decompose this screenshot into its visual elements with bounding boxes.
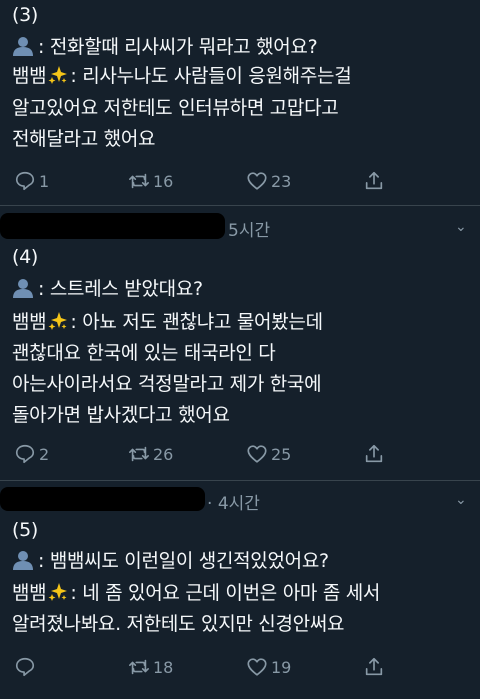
- answer-text: : 네 좀 있어요 근데 이번은 아마 좀 세서: [70, 582, 381, 604]
- like-button[interactable]: 25: [246, 443, 291, 465]
- answer-text: 전해달라고 했어요: [12, 128, 156, 150]
- reply-count: 2: [39, 444, 50, 464]
- question-line: : 스트레스 받았대요?: [12, 276, 203, 303]
- share-icon: [365, 444, 383, 463]
- share-button[interactable]: [363, 656, 385, 678]
- speaker-name: 뱀뱀: [12, 311, 47, 333]
- tweet-number: (4): [12, 246, 39, 268]
- tweet-actions: 2 26 25: [0, 443, 480, 469]
- tweet-actions: 1 16 23: [0, 170, 480, 196]
- retweet-icon: [129, 446, 149, 462]
- tweet-time: · 4시간: [207, 494, 260, 514]
- answer-text: 아는사이라서요 걱정말라고 제가 한국에: [12, 373, 322, 395]
- answer-line: 뱀뱀 : 아뇨 저도 괜찮냐고 물어봤는데: [12, 309, 323, 336]
- answer-text: : 아뇨 저도 괜찮냐고 물어봤는데: [70, 311, 323, 333]
- question-line: : 뱀뱀씨도 이런일이 생긴적있었어요?: [12, 548, 329, 575]
- speaker-name: 뱀뱀: [12, 65, 47, 87]
- share-button[interactable]: [363, 443, 385, 465]
- retweet-count: 16: [153, 171, 174, 191]
- answer-line: 뱀뱀 : 리사누나도 사람들이 응원해주는걸: [12, 63, 352, 90]
- reply-icon: [15, 657, 35, 677]
- retweet-button[interactable]: 16: [128, 170, 173, 192]
- retweet-count: 18: [153, 657, 174, 677]
- reply-icon: [15, 444, 35, 464]
- reply-button[interactable]: 1: [14, 170, 49, 192]
- retweet-button[interactable]: 18: [128, 656, 173, 678]
- share-icon: [365, 657, 383, 676]
- chevron-down-icon[interactable]: ⌄: [455, 492, 467, 508]
- bust-in-silhouette-icon: [13, 279, 33, 298]
- tweet-time-value: 4시간: [217, 494, 260, 514]
- answer-text: 괜찮대요 한국에 있는 태국라인 다: [12, 342, 276, 364]
- heart-icon: [247, 172, 267, 190]
- redacted-author: [0, 213, 225, 239]
- bust-in-silhouette-icon: [13, 37, 33, 56]
- reply-icon: [15, 171, 35, 191]
- heart-icon: [247, 445, 267, 463]
- reply-count: 1: [39, 171, 50, 191]
- answer-line: 뱀뱀 : 네 좀 있어요 근데 이번은 아마 좀 세서: [12, 580, 380, 607]
- question-text: : 스트레스 받았대요?: [38, 278, 203, 300]
- retweet-icon: [129, 659, 149, 675]
- tweet-time: 5시간: [228, 221, 271, 241]
- question-text: : 뱀뱀씨도 이런일이 생긴적있었어요?: [38, 550, 329, 572]
- answer-text: 알고있어요 저한테도 인터뷰하면 고맙다고: [12, 97, 339, 119]
- bust-in-silhouette-icon: [13, 551, 33, 570]
- heart-icon: [247, 658, 267, 676]
- answer-text: 알려졌나봐요. 저한테도 있지만 신경안써요: [12, 613, 345, 635]
- redacted-author: [0, 487, 205, 511]
- like-button[interactable]: 23: [246, 170, 291, 192]
- tweet-number: (5): [12, 519, 39, 541]
- answer-text: 돌아가면 밥사겠다고 했어요: [12, 404, 230, 426]
- chevron-down-icon[interactable]: ⌄: [455, 219, 467, 235]
- question-text: : 전화할때 리사씨가 뭐라고 했어요?: [38, 36, 318, 58]
- tweet-actions: 18 19: [0, 656, 480, 682]
- retweet-button[interactable]: 26: [128, 443, 173, 465]
- reply-button[interactable]: [14, 656, 39, 678]
- speaker-name: 뱀뱀: [12, 582, 47, 604]
- like-count: 19: [271, 657, 292, 677]
- answer-text: : 리사누나도 사람들이 응원해주는걸: [70, 65, 352, 87]
- sparkles-icon: [48, 583, 68, 601]
- retweet-count: 26: [153, 444, 174, 464]
- share-button[interactable]: [363, 170, 385, 192]
- retweet-icon: [129, 173, 149, 189]
- like-count: 25: [271, 444, 292, 464]
- tweet-number: (3): [12, 4, 39, 26]
- share-icon: [365, 171, 383, 190]
- reply-button[interactable]: 2: [14, 443, 49, 465]
- like-button[interactable]: 19: [246, 656, 291, 678]
- like-count: 23: [271, 171, 292, 191]
- sparkles-icon: [48, 312, 68, 330]
- divider: [0, 480, 480, 481]
- sparkles-icon: [48, 66, 68, 84]
- question-line: : 전화할때 리사씨가 뭐라고 했어요?: [12, 34, 318, 61]
- divider: [0, 205, 480, 206]
